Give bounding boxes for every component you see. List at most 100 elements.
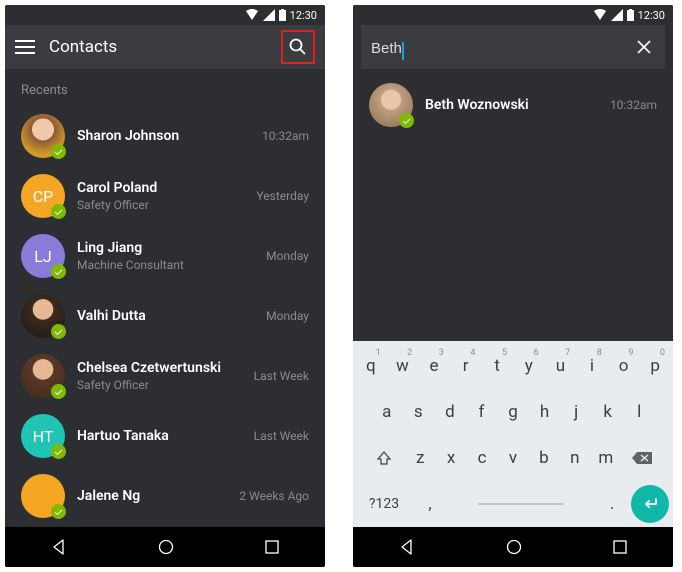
search-icon: [289, 38, 307, 56]
nav-home-icon[interactable]: [505, 538, 523, 556]
text-cursor: [402, 42, 404, 60]
contact-subtitle: Machine Consultant: [77, 258, 254, 272]
search-input[interactable]: [371, 40, 625, 57]
key-m[interactable]: m: [592, 439, 619, 477]
key-e[interactable]: e3: [420, 347, 448, 385]
key-symbols[interactable]: ?123: [357, 485, 411, 523]
status-time: 12:30: [638, 9, 665, 22]
key-f[interactable]: f: [468, 393, 496, 431]
contact-name: Beth Woznowski: [425, 97, 598, 113]
status-bar: 12:30: [5, 5, 325, 25]
clear-search-button[interactable]: [633, 36, 655, 58]
key-b[interactable]: b: [530, 439, 557, 477]
key-shift[interactable]: [365, 439, 403, 477]
contact-row[interactable]: Sharon Johnson 10:32am: [5, 106, 325, 166]
contact-name: Ling Jiang: [77, 240, 254, 256]
contact-time: Monday: [266, 309, 309, 323]
keyboard-row-4: ?123 , .: [357, 485, 669, 523]
key-p[interactable]: p0: [641, 347, 669, 385]
avatar: [369, 83, 413, 127]
search-results: Beth Woznowski10:32am: [353, 69, 673, 141]
contact-row[interactable]: Chelsea CzetwertunskiSafety OfficerLast …: [5, 346, 325, 406]
android-nav-bar: [353, 527, 673, 567]
nav-home-icon[interactable]: [157, 538, 175, 556]
nav-recent-icon[interactable]: [612, 539, 628, 555]
contact-row[interactable]: LJLing JiangMachine ConsultantMonday: [5, 226, 325, 286]
wifi-icon: [593, 9, 607, 21]
search-result-row[interactable]: Beth Woznowski10:32am: [369, 83, 657, 127]
presence-badge: [51, 504, 66, 519]
contact-time: 2 Weeks Ago: [239, 489, 309, 503]
search-bar: [361, 25, 665, 69]
key-v[interactable]: v: [500, 439, 527, 477]
key-t[interactable]: t5: [483, 347, 511, 385]
presence-badge: [51, 384, 66, 399]
contact-name: Carol Poland: [77, 180, 244, 196]
key-d[interactable]: d: [436, 393, 464, 431]
key-k[interactable]: k: [594, 393, 622, 431]
spacer: [353, 141, 673, 341]
key-s[interactable]: s: [405, 393, 433, 431]
key-w[interactable]: w2: [389, 347, 417, 385]
contact-list[interactable]: Sharon Johnson 10:32am CP Carol Poland Safet…: [5, 106, 325, 527]
key-c[interactable]: c: [469, 439, 496, 477]
nav-back-icon[interactable]: [398, 538, 416, 556]
app-bar: Contacts: [5, 25, 325, 69]
contact-text: Sharon Johnson: [77, 128, 250, 144]
search-input-wrap[interactable]: [371, 38, 625, 57]
search-button[interactable]: [281, 30, 315, 64]
status-time: 12:30: [290, 9, 317, 22]
contact-row[interactable]: HTHartuo TanakaLast Week: [5, 406, 325, 466]
key-comma[interactable]: ,: [415, 485, 445, 523]
avatar: [21, 114, 65, 158]
key-n[interactable]: n: [561, 439, 588, 477]
key-a[interactable]: a: [373, 393, 401, 431]
contact-text: Valhi Dutta: [77, 308, 254, 324]
contact-time: Yesterday: [256, 189, 309, 203]
contact-name: Jalene Ng: [77, 488, 227, 504]
key-space[interactable]: [449, 485, 593, 523]
key-h[interactable]: h: [531, 393, 559, 431]
search-screen: 12:30 Beth Woznowski10:32am q1w2e3r4t5y6…: [353, 5, 673, 567]
key-u[interactable]: u7: [547, 347, 575, 385]
avatar: [21, 354, 65, 398]
presence-badge: [51, 444, 66, 459]
keyboard-row-3: zxcvbnm: [357, 439, 669, 477]
key-x[interactable]: x: [438, 439, 465, 477]
avatar: CP: [21, 174, 65, 218]
avatar: HT: [21, 414, 65, 458]
keyboard-row-2: asdfghjkl: [357, 393, 669, 431]
contact-text: Hartuo Tanaka: [77, 428, 242, 444]
key-backspace[interactable]: [623, 439, 661, 477]
key-l[interactable]: l: [625, 393, 653, 431]
contact-text: Chelsea Czetwertunski Safety Officer: [77, 360, 242, 392]
nav-recent-icon[interactable]: [264, 539, 280, 555]
menu-icon[interactable]: [15, 40, 35, 54]
presence-badge: [51, 144, 66, 159]
key-z[interactable]: z: [407, 439, 434, 477]
key-r[interactable]: r4: [452, 347, 480, 385]
contact-row[interactable]: Valhi Dutta Monday: [5, 286, 325, 346]
presence-badge: [399, 113, 414, 128]
contact-row[interactable]: Jalene Ng 2 Weeks Ago: [5, 466, 325, 526]
presence-badge: [51, 204, 66, 219]
key-j[interactable]: j: [562, 393, 590, 431]
avatar: [21, 294, 65, 338]
contact-text: Carol Poland Safety Officer: [77, 180, 244, 212]
key-q[interactable]: q1: [357, 347, 385, 385]
contact-subtitle: Safety Officer: [77, 198, 244, 212]
keyboard-row-1: q1w2e3r4t5y6u7i8o9p0: [357, 347, 669, 385]
key-y[interactable]: y6: [515, 347, 543, 385]
key-period[interactable]: .: [597, 485, 627, 523]
contact-time: 10:32am: [262, 129, 309, 143]
key-g[interactable]: g: [499, 393, 527, 431]
nav-back-icon[interactable]: [50, 538, 68, 556]
key-enter[interactable]: [631, 485, 669, 523]
contact-subtitle: Safety Officer: [77, 378, 242, 392]
key-o[interactable]: o9: [610, 347, 638, 385]
contact-row[interactable]: CP Carol Poland Safety Officer Yesterday: [5, 166, 325, 226]
close-icon: [636, 39, 652, 55]
presence-badge: [51, 264, 66, 279]
key-i[interactable]: i8: [578, 347, 606, 385]
contact-name: Chelsea Czetwertunski: [77, 360, 242, 376]
